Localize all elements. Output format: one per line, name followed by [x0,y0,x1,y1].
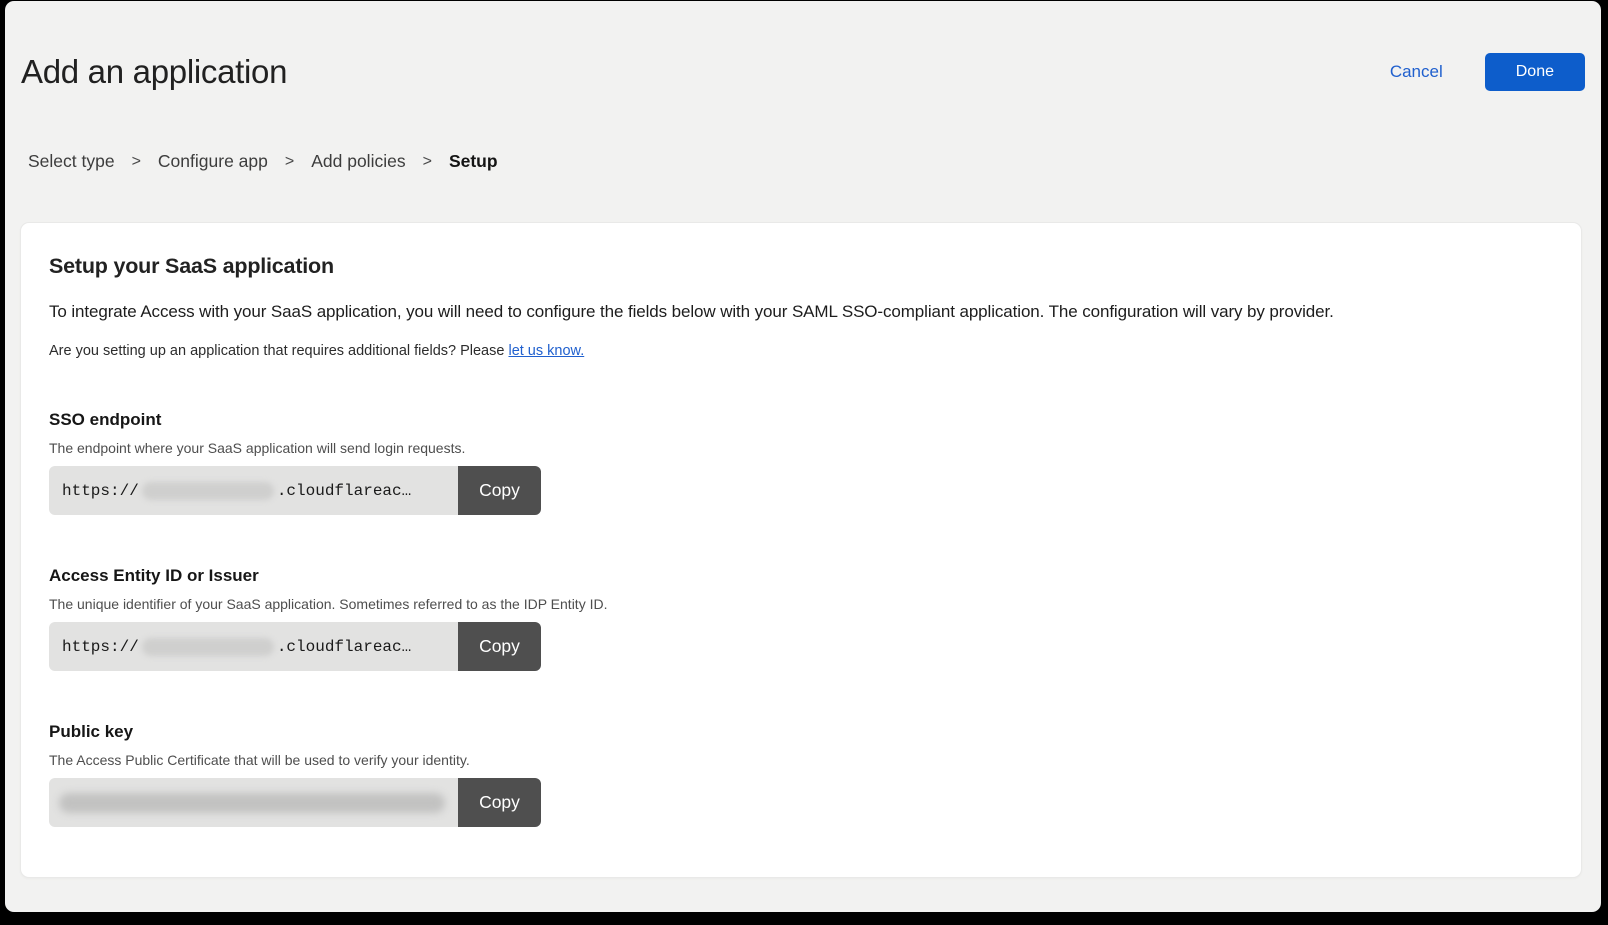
breadcrumb-separator: > [132,153,141,171]
breadcrumb-select-type[interactable]: Select type [28,151,115,172]
breadcrumb-separator: > [423,153,432,171]
access-entity-id-value-prefix: https:// [62,638,139,656]
sso-endpoint-copy-button[interactable]: Copy [458,466,541,515]
sso-endpoint-field: SSO endpoint The endpoint where your Saa… [49,410,1553,515]
breadcrumb-setup-current: Setup [449,151,498,172]
access-entity-id-field: Access Entity ID or Issuer The unique id… [49,566,1553,671]
sso-endpoint-value-suffix: .cloudflareac… [277,482,411,500]
sso-endpoint-value: https:// .cloudflareac… [49,466,458,515]
breadcrumb-add-policies[interactable]: Add policies [311,151,405,172]
card-note-text: Are you setting up an application that r… [49,343,508,359]
done-button[interactable]: Done [1485,53,1585,91]
access-entity-id-value-suffix: .cloudflareac… [277,638,411,656]
app-screen: Add an application Cancel Done Select ty… [5,1,1601,912]
page-title: Add an application [21,53,287,91]
sso-endpoint-copy-group: https:// .cloudflareac… Copy [49,466,541,515]
public-key-value [49,778,458,827]
public-key-label: Public key [49,722,1553,742]
public-key-copy-button[interactable]: Copy [458,778,541,827]
public-key-copy-group: Copy [49,778,541,827]
access-entity-id-copy-group: https:// .cloudflareac… Copy [49,622,541,671]
let-us-know-link[interactable]: let us know. [508,343,584,359]
card-intro-text: To integrate Access with your SaaS appli… [49,302,1553,322]
breadcrumb-configure-app[interactable]: Configure app [158,151,268,172]
public-key-field: Public key The Access Public Certificate… [49,722,1553,827]
public-key-description: The Access Public Certificate that will … [49,752,1553,768]
redacted-blob [142,638,274,656]
access-entity-id-value: https:// .cloudflareac… [49,622,458,671]
sso-endpoint-value-prefix: https:// [62,482,139,500]
access-entity-id-label: Access Entity ID or Issuer [49,566,1553,586]
header-actions: Cancel Done [1390,53,1585,91]
redacted-blob [59,793,445,813]
cancel-button[interactable]: Cancel [1390,62,1443,82]
breadcrumb-separator: > [285,153,294,171]
breadcrumb: Select type > Configure app > Add polici… [28,151,1601,172]
access-entity-id-copy-button[interactable]: Copy [458,622,541,671]
card-heading: Setup your SaaS application [49,254,1553,279]
setup-card: Setup your SaaS application To integrate… [20,222,1582,878]
page-header: Add an application Cancel Done [5,1,1601,91]
sso-endpoint-label: SSO endpoint [49,410,1553,430]
sso-endpoint-description: The endpoint where your SaaS application… [49,440,1553,456]
access-entity-id-description: The unique identifier of your SaaS appli… [49,596,1553,612]
redacted-blob [142,482,274,500]
card-note: Are you setting up an application that r… [49,343,1553,359]
